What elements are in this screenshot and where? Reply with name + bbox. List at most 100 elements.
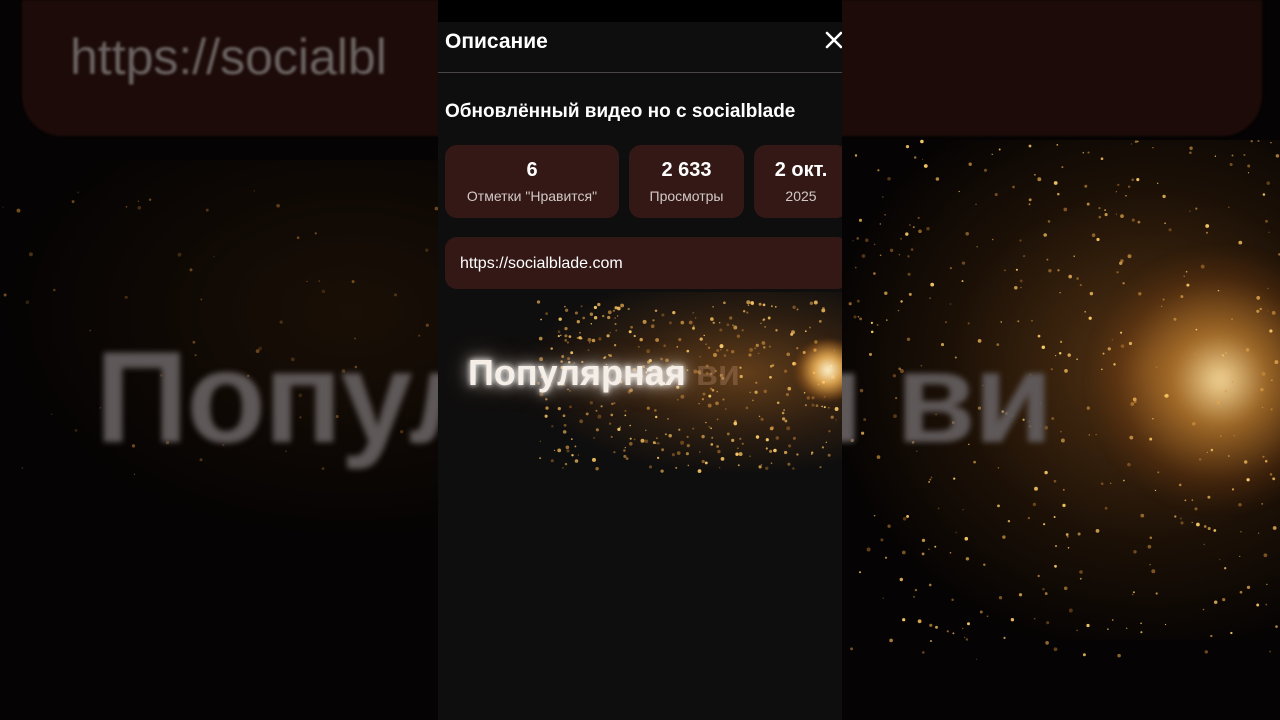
particle <box>719 344 724 349</box>
particle <box>1077 532 1081 536</box>
particle <box>1213 600 1218 604</box>
particle <box>830 415 834 419</box>
particle <box>1019 239 1022 242</box>
particle <box>1243 460 1248 464</box>
particle <box>125 205 128 208</box>
particle <box>767 316 771 320</box>
particle <box>133 473 136 475</box>
particle <box>1019 279 1023 283</box>
particle <box>637 345 640 348</box>
particle <box>1068 274 1073 279</box>
particle <box>1120 214 1124 218</box>
particle <box>592 457 596 462</box>
particle <box>858 571 862 574</box>
particle <box>550 459 554 463</box>
particle <box>712 321 715 324</box>
particle <box>921 538 926 543</box>
particle <box>804 404 807 407</box>
particle <box>1037 574 1040 578</box>
particle <box>1267 287 1269 290</box>
particle <box>1263 553 1268 558</box>
particle <box>624 414 627 417</box>
particle <box>1224 567 1227 570</box>
particle <box>1266 583 1268 586</box>
particle <box>758 415 761 418</box>
particle <box>1076 629 1078 632</box>
particle <box>642 319 647 324</box>
particle <box>560 334 562 336</box>
particle <box>783 450 788 455</box>
particle <box>1125 195 1127 197</box>
particle <box>724 408 727 410</box>
particle <box>866 547 871 552</box>
particle <box>775 329 778 332</box>
particle <box>705 343 707 346</box>
particle <box>619 426 621 428</box>
particle <box>661 313 665 317</box>
particle <box>1149 536 1153 539</box>
particle <box>717 449 721 454</box>
particle <box>563 423 567 427</box>
video-frame[interactable]: Популярная ви <box>438 292 842 720</box>
particle <box>1076 358 1078 360</box>
particle <box>1183 275 1185 278</box>
particle <box>1194 353 1196 356</box>
particle <box>1028 144 1032 148</box>
particle <box>1007 519 1011 523</box>
particle <box>741 442 744 445</box>
description-link[interactable]: https://socialblade.com <box>460 255 623 273</box>
particle <box>655 415 658 419</box>
close-button[interactable] <box>824 30 842 52</box>
particle <box>781 417 786 421</box>
particle <box>623 454 627 458</box>
particle <box>1173 317 1177 321</box>
particle <box>589 312 594 316</box>
particle <box>1107 347 1111 351</box>
particle <box>1264 459 1268 463</box>
particle <box>1131 178 1134 182</box>
particle <box>77 191 80 194</box>
particle <box>760 417 764 421</box>
particle <box>818 320 822 323</box>
particle <box>848 302 852 306</box>
views-label: Просмотры <box>649 188 724 204</box>
particle <box>576 320 580 324</box>
particle <box>629 424 632 427</box>
particle <box>676 398 679 401</box>
particle <box>949 551 952 554</box>
particle <box>1265 219 1268 223</box>
particle <box>608 422 612 425</box>
particle <box>616 315 619 317</box>
particle <box>1122 282 1125 285</box>
description-panel: Описание Обновлённый видео но с socialbl… <box>438 22 842 292</box>
particle <box>887 524 891 528</box>
particle <box>1115 213 1118 215</box>
particle <box>796 453 799 456</box>
particle <box>1136 178 1140 182</box>
particle <box>1205 224 1210 228</box>
particle <box>685 452 689 456</box>
particle <box>921 552 925 556</box>
particle <box>748 353 752 357</box>
particle <box>811 451 814 454</box>
particle <box>770 305 773 308</box>
particle <box>719 322 721 324</box>
particle <box>975 658 978 660</box>
particle <box>1047 220 1051 223</box>
particle <box>1161 305 1163 308</box>
particle <box>351 280 355 284</box>
particle <box>687 464 690 467</box>
particle <box>928 480 931 483</box>
particle <box>701 434 705 439</box>
particle <box>1239 590 1243 594</box>
particle <box>539 457 542 460</box>
particle <box>762 303 766 307</box>
particle <box>853 315 857 319</box>
particle <box>276 204 280 208</box>
particle <box>861 254 866 258</box>
particle <box>562 467 564 469</box>
particle <box>1178 483 1182 487</box>
particle <box>1140 622 1142 625</box>
particle <box>680 440 685 445</box>
particle <box>809 301 814 305</box>
